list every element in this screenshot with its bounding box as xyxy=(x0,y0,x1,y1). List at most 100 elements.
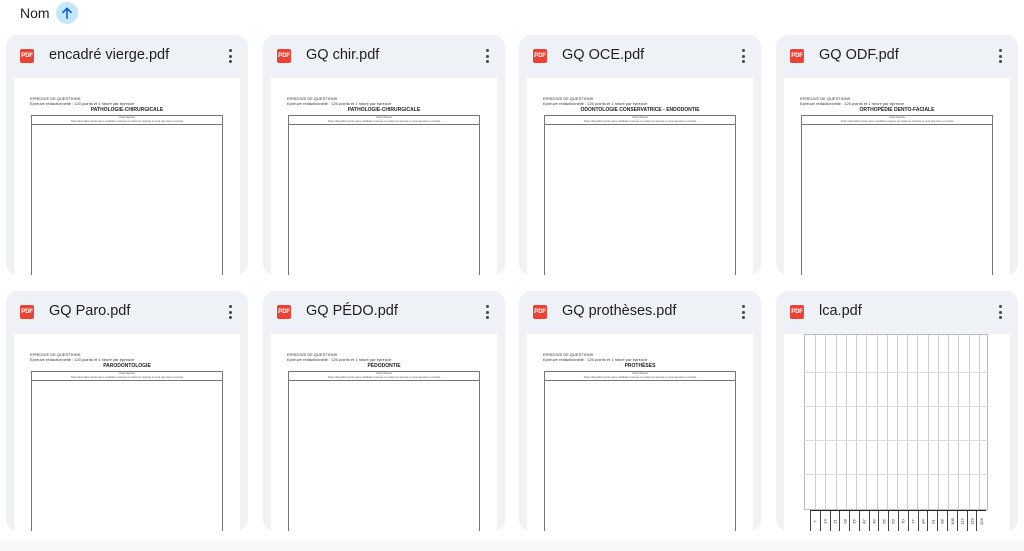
grid-footer-cell: 35 xyxy=(849,511,859,531)
grid-footer-cell: 56 xyxy=(878,511,888,531)
file-thumbnail[interactable]: EPREUVE DE QUESTIONS Epreuve rédactionnel… xyxy=(14,334,240,531)
grid-footer-cell: 119 xyxy=(966,511,977,531)
sort-direction-button[interactable] xyxy=(55,2,78,24)
more-vert-icon xyxy=(485,305,489,308)
doc-exam-rules: Epreuve rédactionnelle : 120 points et 1… xyxy=(543,357,648,362)
more-actions-button[interactable] xyxy=(733,301,753,323)
grid-footer-label: 77 xyxy=(910,519,916,524)
grid-footer-label: 49 xyxy=(871,519,877,524)
file-card[interactable]: PDF GQ OCE.pdf EPREUVE DE QUESTIONS Epreuve… xyxy=(519,35,761,275)
file-card[interactable]: PDF GQ prothèses.pdf EPREUVE DE QUESTIONS E… xyxy=(519,291,761,531)
grid-row-line xyxy=(804,440,988,441)
arrow-upward-icon xyxy=(61,7,72,20)
doc-answer-box: Copie blanche Toute information portée pa… xyxy=(288,371,480,531)
more-actions-button[interactable] xyxy=(990,45,1010,67)
pdf-icon: PDF xyxy=(277,49,291,63)
grid-footer-cell: 7 xyxy=(810,511,820,531)
grid-footer-cell: 21 xyxy=(829,511,840,531)
grid-footer-cell: 49 xyxy=(868,511,879,531)
file-thumbnail[interactable]: EPREUVE DE QUESTIONS Epreuve rédactionnel… xyxy=(527,334,753,531)
file-name[interactable]: GQ OCE.pdf xyxy=(562,47,644,63)
grid-footer-labels: 7 14 21 28 35 42 49 56 63 70 77 84 91 98 105 112 119 126 xyxy=(810,510,986,531)
grid-row-line xyxy=(804,474,988,475)
file-name[interactable]: GQ chir.pdf xyxy=(306,47,379,63)
grid-footer-label: 84 xyxy=(920,519,926,524)
file-thumbnail[interactable]: EPREUVE DE QUESTIONS Epreuve rédactionnel… xyxy=(784,78,1010,275)
pdf-icon: PDF xyxy=(533,49,547,63)
more-vert-icon xyxy=(485,49,489,52)
file-card[interactable]: PDF encadré vierge.pdf EPREUVE DE QUESTION… xyxy=(6,35,248,275)
grid-footer-label: 14 xyxy=(822,519,828,524)
grid-footer-label: 63 xyxy=(891,519,897,524)
file-name[interactable]: lca.pdf xyxy=(819,303,862,319)
doc-answer-box-header: Copie blanche Toute information portée pa… xyxy=(289,116,479,125)
grid-footer-label: 35 xyxy=(852,519,858,524)
grid-footer-label: 7 xyxy=(812,520,818,523)
more-vert-icon xyxy=(998,49,1002,52)
grid-footer-label: 28 xyxy=(842,519,848,524)
doc-answer-box: Copie blanche Toute information portée pa… xyxy=(544,371,736,531)
doc-answer-box-header: Copie blanche Toute information portée pa… xyxy=(545,116,735,125)
bottom-scroll-area xyxy=(0,540,1024,551)
more-actions-button[interactable] xyxy=(477,301,497,323)
pdf-icon: PDF xyxy=(277,305,291,319)
grid-footer-cell: 42 xyxy=(858,511,869,531)
more-actions-button[interactable] xyxy=(220,301,240,323)
grid-row-line xyxy=(804,406,988,407)
file-thumbnail[interactable]: 7 14 21 28 35 42 49 56 63 70 77 84 91 98 105 112 119 126 xyxy=(784,334,1010,531)
doc-answer-box: Copie blanche Toute information portée pa… xyxy=(544,115,736,275)
doc-box-note: Toute information portée par le candidat… xyxy=(70,120,184,123)
file-name[interactable]: GQ prothèses.pdf xyxy=(562,303,676,319)
doc-subject: PATHOLOGIE-CHIRURGICALE xyxy=(90,107,164,113)
file-card[interactable]: PDF GQ Paro.pdf EPREUVE DE QUESTIONS Epreuv… xyxy=(6,291,248,531)
sort-column-label[interactable]: Nom xyxy=(20,5,50,21)
more-actions-button[interactable] xyxy=(477,45,497,67)
grid-footer-label: 126 xyxy=(979,518,985,525)
doc-subject: PÉDODONTIE xyxy=(367,363,401,369)
file-thumbnail[interactable]: EPREUVE DE QUESTIONS Epreuve rédactionnel… xyxy=(271,78,497,275)
grid-footer-label: 105 xyxy=(949,518,955,525)
file-thumbnail[interactable]: EPREUVE DE QUESTIONS Epreuve rédactionnel… xyxy=(527,78,753,275)
doc-exam-rules: Epreuve rédactionnelle : 120 points et 1… xyxy=(543,101,648,106)
file-name[interactable]: GQ PÉDO.pdf xyxy=(306,303,398,319)
pdf-icon: PDF xyxy=(790,49,804,63)
file-name[interactable]: encadré vierge.pdf xyxy=(49,47,169,63)
file-card[interactable]: PDF GQ chir.pdf EPREUVE DE QUESTIONS Epreuv… xyxy=(263,35,505,275)
doc-exam-rules: Epreuve rédactionnelle : 120 points et 1… xyxy=(287,101,392,106)
more-actions-button[interactable] xyxy=(990,301,1010,323)
doc-exam-rules: Epreuve rédactionnelle : 120 points et 1… xyxy=(30,101,135,106)
grid-footer-cell: 63 xyxy=(888,511,898,531)
doc-answer-box-header: Copie blanche Toute information portée pa… xyxy=(32,372,222,381)
doc-box-note: Toute information portée par le candidat… xyxy=(70,376,184,379)
doc-subject: ODONTOLOGIE CONSERVATRICE - ENDODONTIE xyxy=(580,107,700,113)
grid-footer-label: 98 xyxy=(940,519,946,524)
file-card[interactable]: PDF GQ PÉDO.pdf EPREUVE DE QUESTIONS Epreuv… xyxy=(263,291,505,531)
doc-answer-box: Copie blanche Toute information portée pa… xyxy=(801,115,993,275)
more-actions-button[interactable] xyxy=(220,45,240,67)
grid-footer-label: 70 xyxy=(900,519,906,524)
grid-footer-cell: 105 xyxy=(946,511,957,531)
doc-subject: ORTHOPÉDIE DENTO-FACIALE xyxy=(859,107,935,113)
grid-footer-label: 119 xyxy=(969,518,975,525)
file-thumbnail[interactable]: EPREUVE DE QUESTIONS Epreuve rédactionnel… xyxy=(271,334,497,531)
sort-bar: Nom xyxy=(20,2,78,24)
doc-subject: PARODONTOLOGIE xyxy=(103,363,151,369)
more-actions-button[interactable] xyxy=(733,45,753,67)
file-name[interactable]: GQ Paro.pdf xyxy=(49,303,130,319)
doc-box-note: Toute information portée par le candidat… xyxy=(327,120,441,123)
grid-footer-cell: 112 xyxy=(956,511,967,531)
more-vert-icon xyxy=(998,305,1002,308)
file-thumbnail[interactable]: EPREUVE DE QUESTIONS Epreuve rédactionnel… xyxy=(14,78,240,275)
doc-exam-rules: Epreuve rédactionnelle : 120 points et 1… xyxy=(30,357,135,362)
grid-row-line xyxy=(804,372,988,373)
doc-box-note: Toute information portée par le candidat… xyxy=(583,120,697,123)
doc-answer-box-header: Copie blanche Toute information portée pa… xyxy=(32,116,222,125)
grid-footer-label: 112 xyxy=(959,518,965,525)
doc-box-note: Toute information portée par le candidat… xyxy=(327,376,441,379)
grid-preview xyxy=(804,334,988,510)
file-name[interactable]: GQ ODF.pdf xyxy=(819,47,899,63)
doc-answer-box-header: Copie blanche Toute information portée pa… xyxy=(802,116,992,125)
pdf-icon: PDF xyxy=(790,305,804,319)
file-card[interactable]: PDF GQ ODF.pdf EPREUVE DE QUESTIONS Epreuve… xyxy=(776,35,1018,275)
file-card[interactable]: PDF lca.pdf 7 14 21 28 35 42 49 56 63 70 77 84 91 98 105… xyxy=(776,291,1018,531)
